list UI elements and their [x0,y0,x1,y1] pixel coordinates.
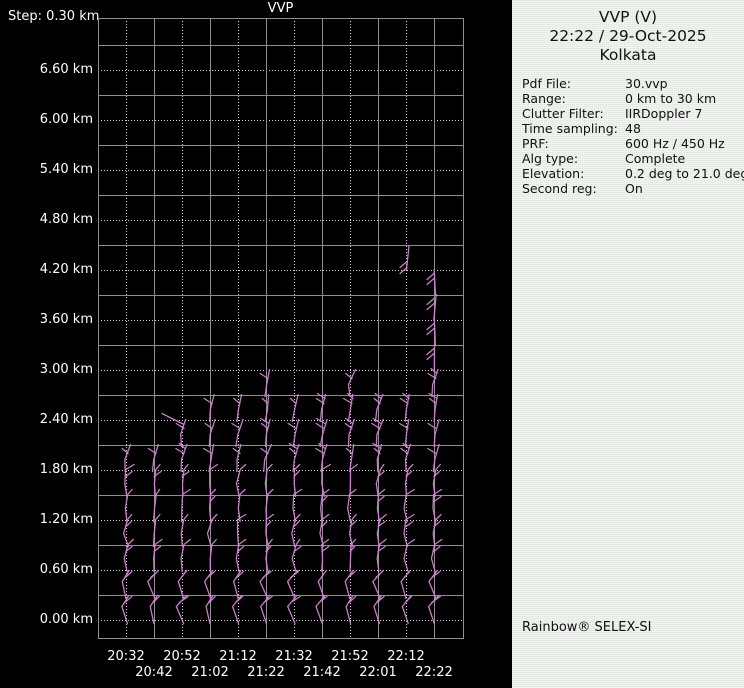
wind-barb [344,417,355,448]
x-tick-label: 21:12 [219,649,257,664]
wind-barb [345,368,357,398]
y-tick-label: 0.60 km [39,562,93,577]
wind-barb [261,393,270,423]
info-label: Second reg: [522,181,597,196]
info-panel: VVP (V) 22:22 / 29-Oct-2025 Kolkata Pdf … [512,0,744,688]
info-value: IIRDoppler 7 [625,106,703,121]
wind-barb [291,538,302,573]
wind-barb [398,418,410,448]
x-tick-label: 21:32 [275,649,313,664]
panel-title-product: VVP (V) [598,8,658,26]
wind-barb [315,417,328,448]
info-value: 0.2 deg to 21.0 deg [625,166,744,181]
wind-barb [231,594,244,625]
panel-title: VVP (V) 22:22 / 29-Oct-2025 Kolkata [512,8,744,65]
wind-barb [427,367,439,398]
info-value: 600 Hz / 450 Hz [625,136,725,151]
wind-barb [427,418,440,448]
x-tick-label: 21:02 [191,665,229,680]
x-tick-label: 22:12 [387,649,425,664]
y-tick-label: 4.20 km [39,262,93,277]
wind-barb [400,442,412,473]
panel-title-datetime: 22:22 / 29-Oct-2025 [549,27,707,45]
wind-barb [403,538,416,573]
y-tick-label: 3.60 km [39,312,93,327]
wind-barb [259,569,272,600]
x-tick-label: 21:42 [303,665,341,680]
wind-barb [260,417,271,448]
panel-title-station: Kolkata [599,46,657,64]
wind-barb [146,569,159,600]
info-list: Pdf File: 30.vvp Range: 0 km to 30 km Clut… [522,76,744,196]
info-label: Range: [522,91,566,106]
y-tick-label: 3.00 km [39,362,93,377]
x-tick-label: 21:22 [247,665,285,680]
wind-barb [203,569,216,600]
x-tick-label: 20:52 [163,649,201,664]
info-value: Complete [625,151,686,166]
x-tick-label: 22:01 [359,665,397,680]
wind-barb [287,418,300,448]
wind-barb [233,393,243,423]
info-label: Alg type: [522,151,579,166]
wind-barb [123,538,134,573]
vvp-window: Step: 0.30 km VVP 6.60 km 6.00 km 5.40 km 4… [0,0,744,688]
info-value: 48 [625,121,641,136]
wind-barb [286,594,301,625]
wind-barb [403,513,415,548]
x-tick-label: 20:32 [107,649,145,664]
wind-barb [206,513,218,548]
wind-barb [231,418,244,448]
info-label: Time sampling: [522,121,618,136]
info-value: On [625,181,643,196]
wind-barb [259,368,271,398]
y-tick-label: 0.00 km [39,612,93,627]
wind-barb [177,569,188,600]
info-value: 30.vvp [625,76,668,91]
wind-barb [372,442,383,473]
wind-barb [399,244,410,275]
wind-barb [342,392,354,423]
y-tick-label: 6.00 km [39,112,93,127]
wind-barb [315,594,328,625]
wind-barb [232,443,242,473]
y-tick-label: 5.40 km [39,162,93,177]
y-tick-label: 1.20 km [39,512,93,527]
plot-region: Step: 0.30 km VVP 6.60 km 6.00 km 5.40 km 4… [0,0,512,688]
wind-barb [426,343,436,372]
info-label: PRF: [522,136,549,151]
info-label: Elevation: [522,166,585,181]
info-label: Pdf File: [522,76,571,91]
wind-barb [399,392,410,423]
wind-barb [428,392,439,423]
info-value: 0 km to 30 km [625,91,717,106]
wind-barb-chart [98,18,464,639]
wind-barb [121,569,133,600]
y-tick-label: 4.80 km [39,212,93,227]
x-tick-label: 21:52 [331,649,369,664]
wind-barb [286,569,300,600]
y-tick-label: 6.60 km [39,62,93,77]
wind-barb [315,392,327,423]
y-tick-label: 1.80 km [39,462,93,477]
wind-barb [430,538,443,573]
wind-barb [400,569,411,600]
wind-barb [349,538,357,573]
info-label: Clutter Filter: [522,106,604,121]
x-tick-label: 22:22 [415,665,453,680]
wind-barb [235,463,247,498]
wind-barb [203,393,215,423]
brand-footer: Rainbow® SELEX-SI [522,620,652,635]
wind-barb [371,417,384,448]
x-tick-label: 20:42 [135,665,173,680]
y-tick-label: 2.40 km [39,412,93,427]
